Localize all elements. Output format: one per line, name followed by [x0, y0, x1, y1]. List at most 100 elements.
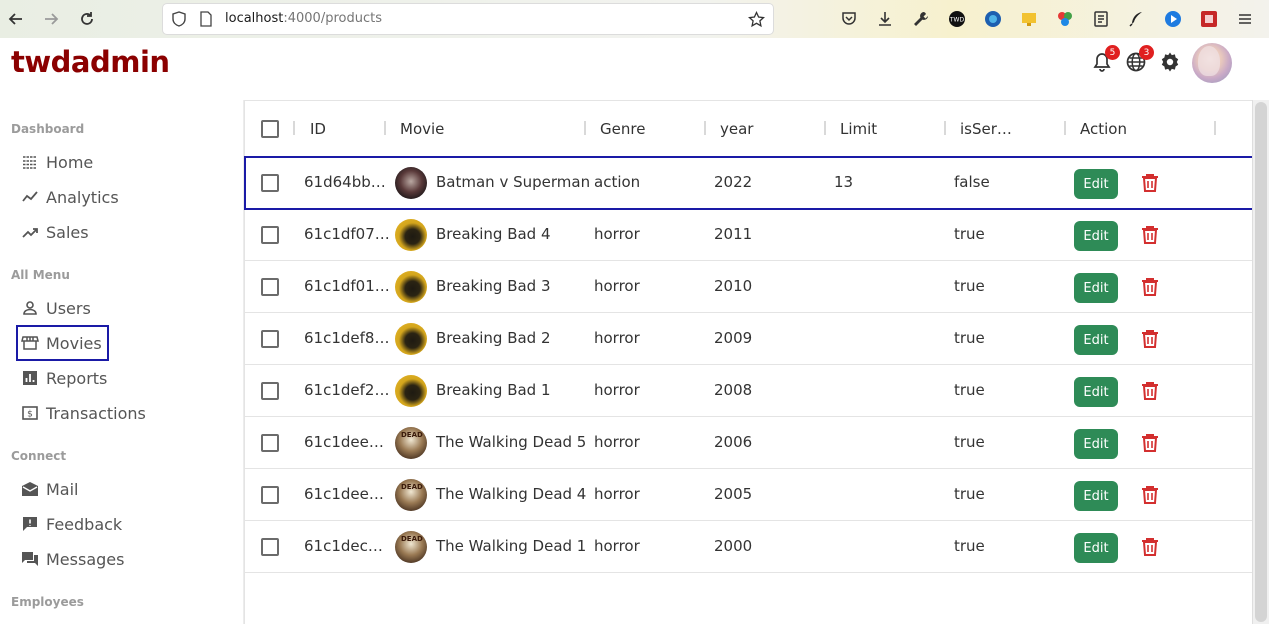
back-button[interactable] [5, 8, 27, 30]
row-checkbox[interactable] [261, 486, 279, 504]
sidebar-item-users[interactable]: Users [20, 294, 91, 322]
column-separator[interactable] [704, 121, 706, 135]
feather-icon[interactable] [1127, 9, 1147, 29]
row-checkbox[interactable] [261, 226, 279, 244]
row-checkbox[interactable] [261, 434, 279, 452]
column-separator[interactable] [1214, 121, 1216, 135]
delete-icon[interactable] [1139, 224, 1161, 246]
movie-thumbnail [395, 271, 427, 303]
scrollbar-thumb[interactable] [1255, 102, 1267, 622]
sidebar-item-analytics[interactable]: Analytics [20, 183, 119, 211]
edit-button[interactable]: Edit [1074, 273, 1118, 303]
column-separator[interactable] [944, 121, 946, 135]
delete-icon[interactable] [1139, 536, 1161, 558]
sidebar-item-reports[interactable]: Reports [20, 364, 107, 392]
edit-button[interactable]: Edit [1074, 377, 1118, 407]
delete-icon[interactable] [1139, 432, 1161, 454]
sidebar-item-mail[interactable]: Mail [20, 475, 79, 503]
color-picker-icon[interactable] [1055, 9, 1075, 29]
cell-movie: The Walking Dead 1 [436, 537, 587, 555]
delete-icon[interactable] [1139, 172, 1161, 194]
edit-button[interactable]: Edit [1074, 169, 1118, 199]
column-separator[interactable] [384, 121, 386, 135]
forward-button[interactable] [40, 8, 62, 30]
vertical-scrollbar[interactable] [1252, 100, 1269, 624]
table-row[interactable]: 61c1def8… Breaking Bad 2 horror 2009 true Edi… [245, 313, 1253, 365]
svg-text:$: $ [27, 410, 33, 420]
select-all-checkbox[interactable] [261, 120, 279, 138]
table-row[interactable]: 61c1dee… The Walking Dead 4 horror 2005 true… [245, 469, 1253, 521]
star-icon[interactable] [748, 11, 765, 28]
reload-button[interactable] [76, 8, 98, 30]
download-icon[interactable] [875, 9, 895, 29]
edit-button[interactable]: Edit [1074, 481, 1118, 511]
language-badge: 3 [1139, 45, 1154, 60]
cell-movie: Breaking Bad 1 [436, 381, 551, 399]
row-checkbox[interactable] [261, 330, 279, 348]
pocket-icon[interactable] [839, 9, 859, 29]
sidebar-item-movies[interactable]: Movies [16, 325, 109, 361]
column-header-year[interactable]: year [720, 120, 753, 138]
cell-year: 2022 [714, 173, 753, 191]
delete-icon[interactable] [1139, 328, 1161, 350]
column-separator[interactable] [824, 121, 826, 135]
sidebar-item-messages[interactable]: Messages [20, 545, 124, 573]
sidebar-item-label: Reports [46, 368, 108, 388]
edit-button[interactable]: Edit [1074, 533, 1118, 563]
globe-extension-icon[interactable] [983, 9, 1003, 29]
row-checkbox[interactable] [261, 278, 279, 296]
shield-icon [172, 11, 186, 27]
line-style-icon [20, 152, 40, 172]
notifications-button[interactable]: 5 [1090, 45, 1120, 74]
table-row[interactable]: 61d64bb… Batman v Superman action 2022 13 fal… [244, 156, 1254, 210]
column-header-limit[interactable]: Limit [840, 120, 877, 138]
row-checkbox[interactable] [261, 538, 279, 556]
sidebar-item-home[interactable]: Home [20, 148, 93, 176]
wrench-icon[interactable] [911, 9, 931, 29]
column-separator[interactable] [584, 121, 586, 135]
column-separator[interactable] [1064, 121, 1066, 135]
reload-icon [81, 12, 93, 25]
delete-icon[interactable] [1139, 380, 1161, 402]
cell-id: 61c1df01… [304, 277, 390, 295]
notifications-badge: 5 [1105, 45, 1120, 60]
cell-year: 2006 [714, 433, 753, 451]
column-header-id[interactable]: ID [310, 120, 326, 138]
menu-icon[interactable] [1235, 9, 1255, 29]
address-bar[interactable]: localhost:4000/products [163, 4, 773, 34]
column-header-movie[interactable]: Movie [400, 120, 444, 138]
sidebar-item-feedback[interactable]: Feedback [20, 510, 122, 538]
delete-icon[interactable] [1139, 484, 1161, 506]
cell-is-series: true [954, 537, 985, 555]
edit-button[interactable]: Edit [1074, 325, 1118, 355]
delete-icon[interactable] [1139, 276, 1161, 298]
edit-button[interactable]: Edit [1074, 221, 1118, 251]
row-checkbox[interactable] [261, 174, 279, 192]
table-row[interactable]: 61c1df01… Breaking Bad 3 horror 2010 true Edi… [245, 261, 1253, 313]
sidebar-item-transactions[interactable]: $ Transactions [20, 399, 146, 427]
cell-is-series: true [954, 277, 985, 295]
twd-extension-icon[interactable]: TWD [947, 9, 967, 29]
game-extension-icon[interactable] [1199, 9, 1219, 29]
settings-button[interactable] [1158, 50, 1182, 74]
sidebar-item-sales[interactable]: Sales [20, 218, 89, 246]
table-row[interactable]: 61c1dee… The Walking Dead 5 horror 2006 true… [245, 417, 1253, 469]
user-avatar[interactable] [1192, 43, 1232, 83]
cell-is-series: true [954, 485, 985, 503]
table-row[interactable]: 61c1dec… The Walking Dead 1 horror 2000 true… [245, 521, 1253, 573]
language-button[interactable]: 3 [1124, 45, 1154, 74]
column-separator[interactable] [293, 121, 295, 135]
row-checkbox[interactable] [261, 382, 279, 400]
cell-year: 2005 [714, 485, 753, 503]
column-header-action[interactable]: Action [1080, 120, 1127, 138]
table-row[interactable]: 61c1def2… Breaking Bad 1 horror 2008 true Edi… [245, 365, 1253, 417]
play-extension-icon[interactable] [1163, 9, 1183, 29]
sidebar: Dashboard Home Analytics Sales All Menu … [0, 100, 244, 624]
edit-button[interactable]: Edit [1074, 429, 1118, 459]
column-header-is-series[interactable]: isSer… [960, 120, 1012, 138]
table-row[interactable]: 61c1df07… Breaking Bad 4 horror 2011 true Edi… [245, 209, 1253, 261]
column-header-genre[interactable]: Genre [600, 120, 645, 138]
app-logo[interactable]: twdadmin [11, 45, 170, 79]
notes-icon[interactable] [1091, 9, 1111, 29]
screen-extension-icon[interactable] [1019, 9, 1039, 29]
